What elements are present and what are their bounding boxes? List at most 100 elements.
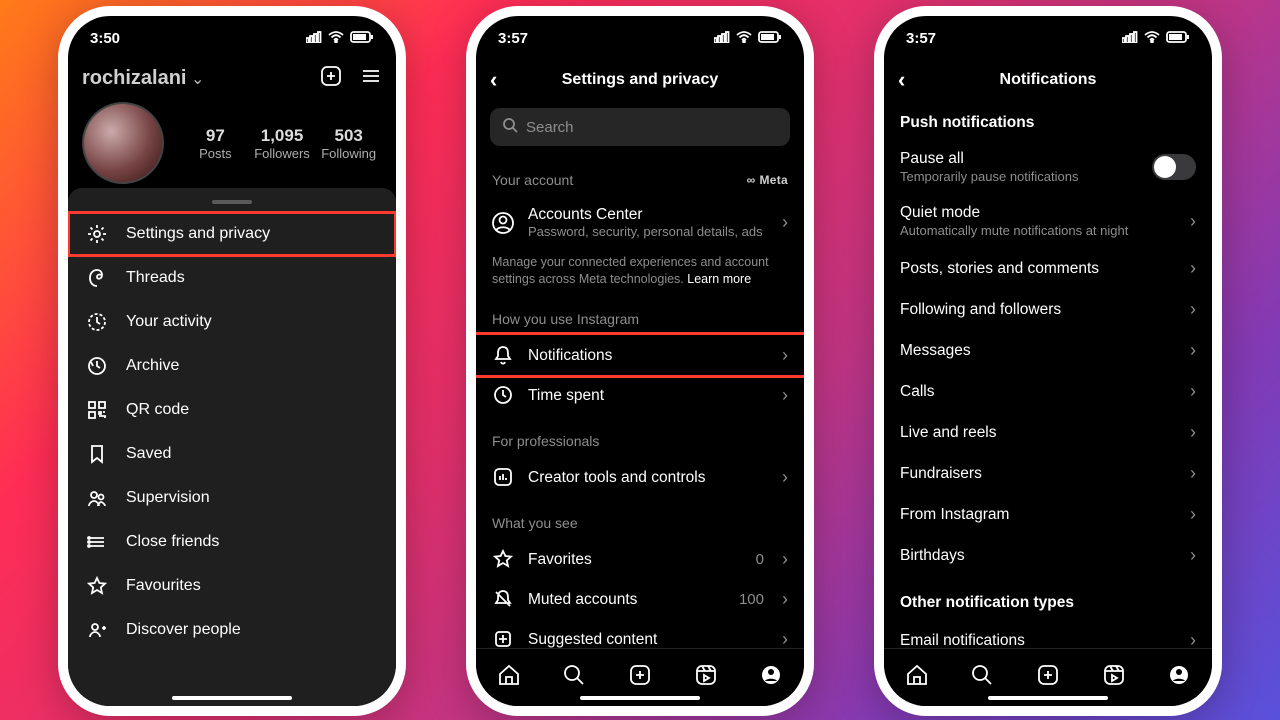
stat-following[interactable]: 503Following	[315, 126, 382, 161]
page-title: Settings and privacy	[562, 71, 719, 89]
phone-notifications: 3:57 ‹ Notifications Push notifications …	[874, 6, 1222, 716]
row-pause-all[interactable]: Pause allTemporarily pause notifications	[884, 140, 1212, 194]
username[interactable]: rochizalani	[82, 67, 186, 89]
back-button[interactable]: ‹	[490, 67, 497, 93]
section-your-account: Your account ∞Meta	[476, 154, 804, 196]
page-header: ‹ Notifications	[884, 60, 1212, 100]
menu-saved[interactable]: Saved	[68, 432, 396, 476]
stat-followers[interactable]: 1,095Followers	[249, 126, 316, 161]
row-creator-tools[interactable]: Creator tools and controls ›	[476, 457, 804, 497]
chevron-right-icon: ›	[1190, 340, 1196, 361]
search-placeholder: Search	[526, 119, 574, 136]
chevron-right-icon: ›	[782, 212, 788, 233]
menu-archive[interactable]: Archive	[68, 344, 396, 388]
battery-icon	[350, 30, 374, 47]
chevron-down-icon[interactable]: ⌄	[191, 71, 204, 88]
row-notifications[interactable]: Notifications ›	[476, 335, 804, 375]
row-messages[interactable]: Messages›	[884, 330, 1212, 371]
discover-icon	[86, 619, 108, 641]
menu-qr[interactable]: QR code	[68, 388, 396, 432]
section-what-you-see: What you see	[476, 497, 804, 539]
avatar[interactable]	[82, 102, 164, 184]
meta-brand: ∞Meta	[747, 173, 788, 187]
star-icon	[492, 548, 514, 570]
home-indicator	[580, 696, 700, 700]
clock-icon	[492, 384, 514, 406]
sheet-handle[interactable]	[212, 200, 252, 204]
page-header: ‹ Settings and privacy	[476, 60, 804, 100]
menu-discover[interactable]: Discover people	[68, 608, 396, 652]
row-quiet-mode[interactable]: Quiet modeAutomatically mute notificatio…	[884, 194, 1212, 248]
tab-reels[interactable]	[694, 663, 718, 693]
chevron-right-icon: ›	[782, 467, 788, 488]
chevron-right-icon: ›	[1190, 504, 1196, 525]
pause-all-toggle[interactable]	[1152, 154, 1196, 180]
menu-label: Threads	[126, 269, 185, 287]
tab-home[interactable]	[497, 663, 521, 693]
row-calls[interactable]: Calls›	[884, 371, 1212, 412]
row-birthdays[interactable]: Birthdays›	[884, 535, 1212, 576]
menu-label: Favourites	[126, 577, 201, 595]
row-email-notifications[interactable]: Email notifications ›	[884, 620, 1212, 648]
menu-star[interactable]: Favourites	[68, 564, 396, 608]
tab-search[interactable]	[970, 663, 994, 693]
chevron-right-icon: ›	[782, 385, 788, 406]
back-button[interactable]: ‹	[898, 67, 905, 93]
wifi-icon	[328, 30, 344, 47]
row-posts-stories-and-comments[interactable]: Posts, stories and comments›	[884, 248, 1212, 289]
row-from-instagram[interactable]: From Instagram›	[884, 494, 1212, 535]
row-live-and-reels[interactable]: Live and reels›	[884, 412, 1212, 453]
phone-profile-menu: 3:50 rochizalani ⌄ 97Posts 1,095Follower…	[58, 6, 406, 716]
row-favorites[interactable]: Favorites 0 ›	[476, 539, 804, 579]
row-muted[interactable]: Muted accounts 100 ›	[476, 579, 804, 619]
row-suggested[interactable]: Suggested content ›	[476, 619, 804, 648]
search-input[interactable]: Search	[490, 108, 790, 146]
tab-home[interactable]	[905, 663, 929, 693]
chevron-right-icon: ›	[1190, 211, 1196, 232]
group-push: Push notifications	[884, 100, 1212, 140]
menu-gear[interactable]: Settings and privacy	[68, 212, 396, 256]
status-indicators	[1122, 30, 1190, 47]
chart-icon	[492, 466, 514, 488]
qr-icon	[86, 399, 108, 421]
meta-icon: ∞	[747, 173, 756, 187]
tab-profile[interactable]	[1167, 663, 1191, 693]
group-other: Other notification types	[884, 576, 1212, 620]
chevron-right-icon: ›	[782, 549, 788, 570]
dual-sim-icon	[714, 30, 730, 47]
close-friends-icon	[86, 531, 108, 553]
row-accounts-center[interactable]: Accounts CenterPassword, security, perso…	[476, 196, 804, 250]
menu-supervision[interactable]: Supervision	[68, 476, 396, 520]
menu-activity[interactable]: Your activity	[68, 300, 396, 344]
tab-create[interactable]	[628, 663, 652, 693]
menu-label: Your activity	[126, 313, 212, 331]
chevron-right-icon: ›	[1190, 299, 1196, 320]
menu-label: Saved	[126, 445, 171, 463]
learn-more-link[interactable]: Learn more	[687, 272, 751, 286]
saved-icon	[86, 443, 108, 465]
row-fundraisers[interactable]: Fundraisers›	[884, 453, 1212, 494]
tab-reels[interactable]	[1102, 663, 1126, 693]
tab-search[interactable]	[562, 663, 586, 693]
hamburger-icon[interactable]	[360, 65, 382, 92]
menu-close-friends[interactable]: Close friends	[68, 520, 396, 564]
wifi-icon	[1144, 30, 1160, 47]
chevron-right-icon: ›	[782, 629, 788, 648]
menu-label: Settings and privacy	[126, 225, 270, 243]
phone-settings: 3:57 ‹ Settings and privacy Search Your …	[466, 6, 814, 716]
menu-threads[interactable]: Threads	[68, 256, 396, 300]
row-time-spent[interactable]: Time spent ›	[476, 375, 804, 415]
create-icon[interactable]	[320, 65, 342, 92]
bottom-sheet-menu: Settings and privacy Threads Your activity…	[68, 188, 396, 706]
status-indicators	[714, 30, 782, 47]
dual-sim-icon	[306, 30, 322, 47]
status-time: 3:57	[498, 30, 528, 47]
stat-posts[interactable]: 97Posts	[182, 126, 249, 161]
row-following-and-followers[interactable]: Following and followers›	[884, 289, 1212, 330]
tab-create[interactable]	[1036, 663, 1060, 693]
menu-label: Supervision	[126, 489, 210, 507]
threads-icon	[86, 267, 108, 289]
tab-profile[interactable]	[759, 663, 783, 693]
menu-label: Discover people	[126, 621, 241, 639]
battery-icon	[758, 30, 782, 47]
